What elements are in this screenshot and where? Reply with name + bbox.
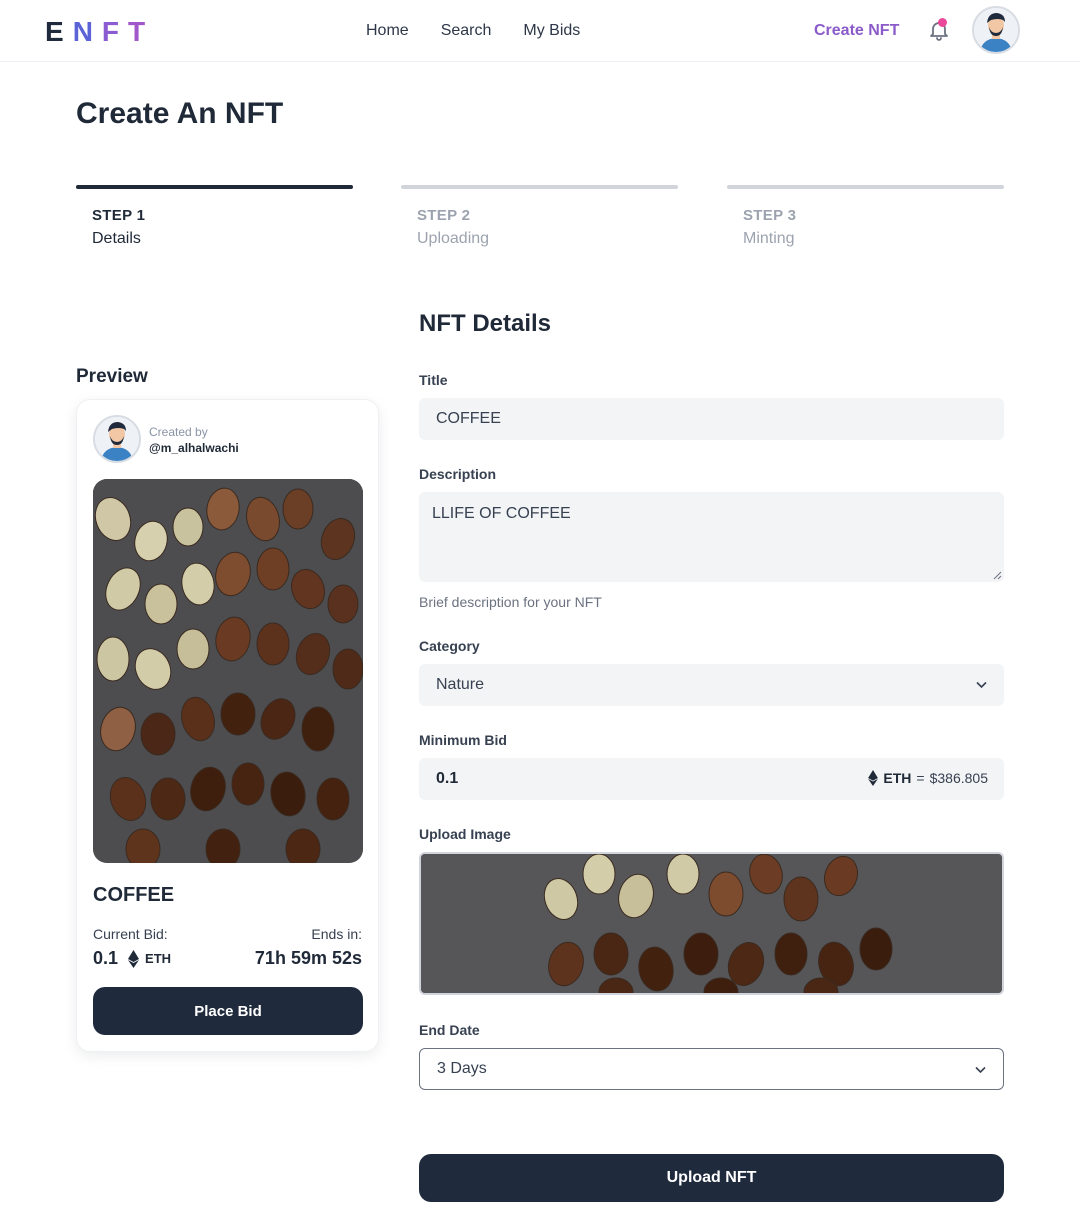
step-number: STEP 3 [743,207,797,224]
bid-amount: 0.1 [93,948,119,968]
avatar-illustration [974,8,1018,52]
main-nav: Home Search My Bids [366,20,580,42]
minimum-bid-label: Minimum Bid [419,732,507,748]
preview-heading: Preview [76,366,148,387]
step-number: STEP 2 [417,207,471,224]
creator-avatar[interactable] [93,415,141,463]
image-upload-dropzone[interactable] [419,852,1004,995]
nft-title: COFFEE [93,884,175,906]
step-name: Uploading [417,230,490,247]
created-by-label: Created by [149,425,208,439]
logo-letter-n: N [72,16,102,47]
notification-dot [938,18,947,27]
description-hint: Brief description for your NFT [419,594,602,610]
resize-handle-icon[interactable] [993,571,1002,580]
top-navbar: ENFT Home Search My Bids Create NFT [0,0,1080,62]
current-bid-label: Current Bid: [93,926,168,942]
end-date-selected-value: 3 Days [437,1060,487,1077]
logo-letter-t: T [128,16,155,47]
nav-search-link[interactable]: Search [441,20,492,42]
nav-home-link[interactable]: Home [366,20,409,42]
nav-my-bids-link[interactable]: My Bids [523,20,580,42]
end-date-select[interactable]: 3 Days [419,1048,1004,1090]
equals-sign: = [916,770,925,786]
step-1-details: STEP 1 Details [76,185,353,248]
title-input-value: COFFEE [436,410,501,427]
nft-preview-card: Created by @m_alhalwachi COFFEE Current … [76,399,379,1052]
minimum-bid-input[interactable]: 0.1 ETH = $386.805 [419,758,1004,800]
user-avatar[interactable] [972,6,1020,54]
step-progress-bar [76,185,353,189]
avatar-illustration [95,417,139,461]
usd-value: $386.805 [929,770,988,786]
nft-details-heading: NFT Details [419,310,552,337]
ends-in-label: Ends in: [311,926,362,942]
end-date-label: End Date [419,1022,480,1038]
uploaded-image-preview [421,854,1002,993]
coffee-beans-image [93,479,363,863]
ethereum-icon [868,770,879,786]
page-title: Create An NFT [76,97,284,130]
create-nft-link[interactable]: Create NFT [814,20,899,42]
current-bid-value: 0.1 ETH [93,948,171,969]
description-textarea[interactable]: LLIFE OF COFFEE [419,492,1004,582]
chevron-down-icon [976,681,987,689]
upload-image-label: Upload Image [419,826,511,842]
step-3-minting: STEP 3 Minting [727,185,1004,248]
category-select[interactable]: Nature [419,664,1004,706]
step-2-uploading: STEP 2 Uploading [401,185,678,248]
place-bid-button[interactable]: Place Bid [93,987,363,1035]
title-label: Title [419,372,448,388]
bid-currency: ETH [145,951,172,966]
auction-countdown: 71h 59m 52s [254,948,362,968]
creator-username[interactable]: @m_alhalwachi [149,441,239,455]
logo-letter-f: F [101,16,129,47]
upload-nft-button[interactable]: Upload NFT [419,1154,1004,1202]
eth-usd-conversion: ETH = $386.805 [868,770,988,786]
minimum-bid-value: 0.1 [436,770,459,787]
step-progress-bar [401,185,678,189]
step-progress-bar [727,185,1004,189]
logo-letter-e: E [45,16,73,47]
category-selected-value: Nature [436,676,485,693]
step-number: STEP 1 [92,207,146,224]
eth-symbol: ETH [883,770,912,786]
chevron-down-icon [975,1066,986,1074]
category-label: Category [419,638,480,654]
step-name: Minting [743,230,795,247]
description-label: Description [419,466,497,482]
ethereum-icon [128,949,140,968]
enft-logo[interactable]: ENFT [45,16,154,48]
title-input[interactable]: COFFEE [419,398,1004,440]
step-name: Details [92,230,141,247]
nft-preview-image [93,479,363,863]
